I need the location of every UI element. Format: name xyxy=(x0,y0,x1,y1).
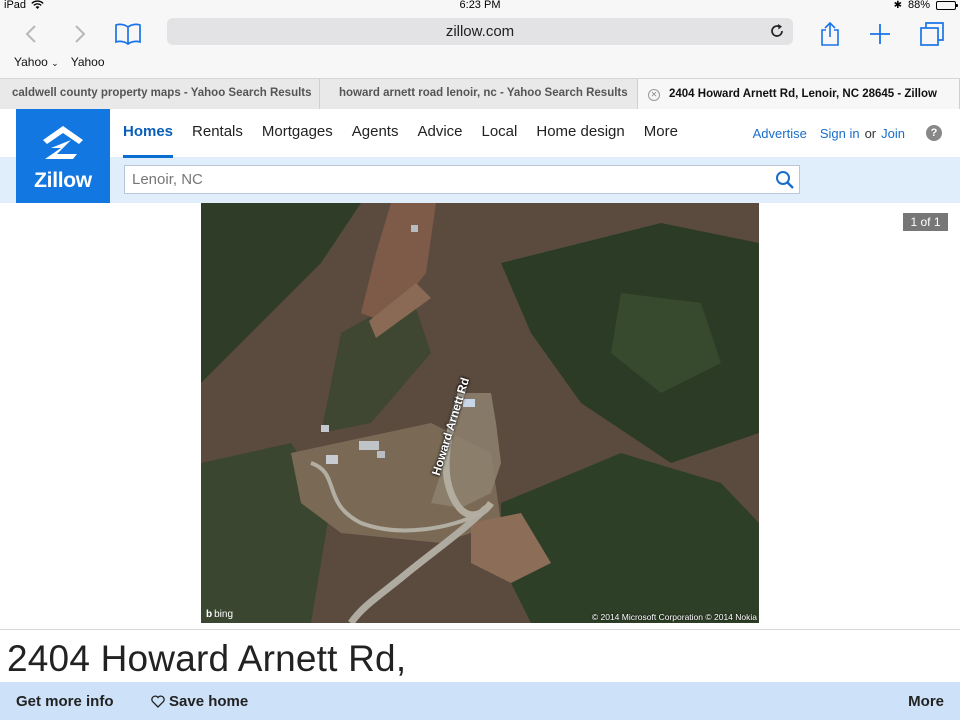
bookmarks-button[interactable] xyxy=(114,20,142,48)
status-bar: iPad 6:23 PM ✱ 88% xyxy=(0,0,960,12)
aerial-map-image xyxy=(201,203,759,623)
nav-agents[interactable]: Agents xyxy=(352,123,399,148)
bluetooth-icon: ✱ xyxy=(893,0,902,11)
chevron-down-icon: ⌄ xyxy=(51,58,59,68)
zillow-logo[interactable]: Zillow xyxy=(16,109,110,203)
tab-zillow-active[interactable]: ✕ 2404 Howard Arnett Rd, Lenoir, NC 2864… xyxy=(638,79,960,110)
action-bar: Get more info Save home More xyxy=(0,682,960,720)
clock: 6:23 PM xyxy=(459,0,501,11)
advertise-link[interactable]: Advertise xyxy=(753,126,807,141)
divider xyxy=(0,629,960,630)
favorite-yahoo[interactable]: Yahoo xyxy=(71,55,105,69)
or-text: or xyxy=(864,125,877,141)
browser-chrome: zillow.com Yahoo ⌄ Yahoo caldwell county… xyxy=(0,12,960,110)
new-tab-button[interactable] xyxy=(866,20,894,48)
address-bar[interactable]: zillow.com xyxy=(167,18,793,45)
tabs-button[interactable] xyxy=(918,20,946,48)
nav-advice[interactable]: Advice xyxy=(417,123,462,148)
photo-counter: 1 of 1 xyxy=(903,213,948,231)
tab-caldwell-search[interactable]: caldwell county property maps - Yahoo Se… xyxy=(0,79,320,110)
bing-icon: b xyxy=(206,609,213,620)
main-nav: Homes Rentals Mortgages Agents Advice Lo… xyxy=(123,123,697,158)
tab-title: 2404 Howard Arnett Rd, Lenoir, NC 28645 … xyxy=(669,88,937,100)
nav-homes[interactable]: Homes xyxy=(123,123,174,158)
aerial-photo[interactable]: Howard Arnett Rd b bing © 2014 Microsoft… xyxy=(201,203,759,623)
property-address: 2404 Howard Arnett Rd, xyxy=(7,638,407,679)
tab-howard-arnett-search[interactable]: howard arnett road lenoir, nc - Yahoo Se… xyxy=(320,79,638,110)
nav-mortgages[interactable]: Mortgages xyxy=(262,123,333,148)
share-button[interactable] xyxy=(816,20,844,48)
nav-home-design[interactable]: Home design xyxy=(536,123,624,148)
save-home-button[interactable]: Save home xyxy=(151,693,248,710)
location-search xyxy=(124,165,800,194)
reload-icon[interactable] xyxy=(769,23,785,39)
join-link[interactable]: Join xyxy=(881,126,905,141)
chevron-right-icon xyxy=(75,25,86,43)
map-copyright: © 2014 Microsoft Corporation © 2014 Noki… xyxy=(591,612,757,622)
favorite-yahoo-folder[interactable]: Yahoo ⌄ xyxy=(14,55,59,69)
forward-button[interactable] xyxy=(66,20,94,48)
user-nav: Advertise Sign in or Join ? xyxy=(753,125,942,141)
plus-icon xyxy=(870,24,890,44)
bing-logo: b bing xyxy=(206,609,234,620)
sign-in-link[interactable]: Sign in xyxy=(820,126,860,141)
chevron-left-icon xyxy=(25,25,36,43)
zillow-header: Zillow Homes Rentals Mortgages Agents Ad… xyxy=(0,109,960,203)
close-icon[interactable]: ✕ xyxy=(648,88,660,101)
heart-icon xyxy=(151,695,165,708)
get-more-info-button[interactable]: Get more info xyxy=(16,693,114,710)
logo-text: Zillow xyxy=(34,169,92,192)
more-button[interactable]: More xyxy=(908,693,944,710)
nav-more[interactable]: More xyxy=(644,123,678,148)
back-button[interactable] xyxy=(17,20,45,48)
search-input[interactable] xyxy=(125,166,765,193)
nav-rentals[interactable]: Rentals xyxy=(192,123,243,148)
url-text: zillow.com xyxy=(445,23,515,40)
battery-icon xyxy=(936,0,958,10)
zillow-z-icon xyxy=(43,126,83,159)
help-icon[interactable]: ? xyxy=(926,125,942,141)
nav-local[interactable]: Local xyxy=(482,123,518,148)
favorites-bar: Yahoo ⌄ Yahoo xyxy=(14,55,105,69)
book-icon xyxy=(115,23,141,45)
tab-bar: caldwell county property maps - Yahoo Se… xyxy=(0,78,960,110)
share-icon xyxy=(821,21,839,46)
tabs-icon xyxy=(920,22,944,46)
battery-percent: 88% xyxy=(907,0,930,11)
search-icon[interactable] xyxy=(775,170,795,190)
